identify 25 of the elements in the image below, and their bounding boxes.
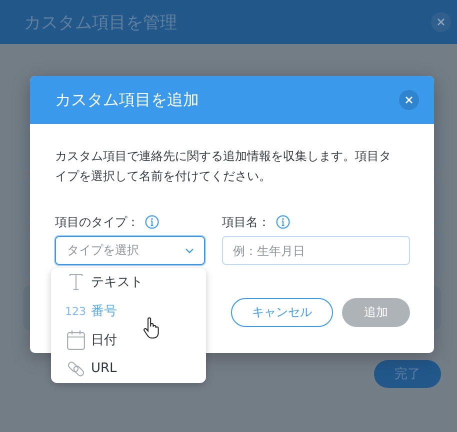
info-icon[interactable] (276, 215, 290, 229)
dialog-title: カスタム項目を追加 (55, 90, 199, 110)
number-icon: 123 (65, 304, 86, 318)
cancel-button[interactable]: キャンセル (231, 298, 333, 327)
field-label: 項目のタイプ： (55, 214, 139, 230)
description-text: カスタム項目で連絡先に関する追加情報を収集します。項目タイプを選択して名前を付けてください。 (55, 148, 392, 185)
info-icon[interactable] (145, 215, 159, 229)
menu-item[interactable]: テキスト (51, 268, 206, 297)
hand-cursor-icon (143, 317, 159, 339)
close-button[interactable] (399, 90, 419, 110)
calendar-icon (66, 330, 84, 350)
menu-item[interactable]: URL (51, 354, 206, 383)
close-icon (437, 18, 445, 26)
field-label: 項目名： (222, 214, 270, 230)
link-icon (66, 360, 84, 378)
close-icon (405, 96, 413, 104)
text-icon (68, 273, 84, 292)
menu-item[interactable]: 123 番号 (51, 296, 206, 326)
window-title: カスタム項目を管理 (24, 12, 177, 34)
name-input[interactable]: 例：生年月日 (222, 236, 410, 265)
menu-item[interactable]: 日付 (51, 326, 206, 354)
chevron-down-icon (185, 248, 194, 254)
close-button[interactable] (431, 12, 451, 32)
done-button[interactable]: 完了 (374, 360, 441, 388)
type-select[interactable]: タイプを選択 (55, 236, 205, 265)
